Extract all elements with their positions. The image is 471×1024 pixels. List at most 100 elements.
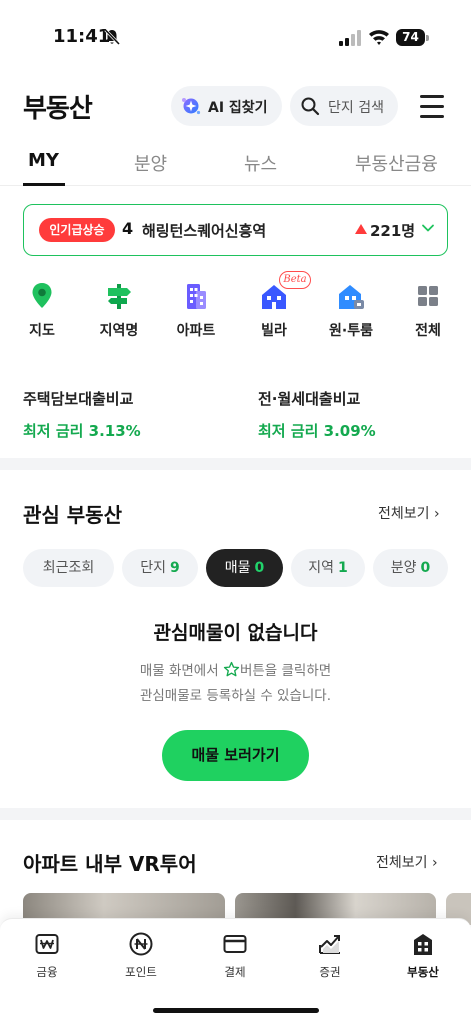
trending-badge: 인기급상승 [39,218,115,242]
empty-state-description: 관심매물로 등록하실 수 있습니다. [139,688,332,704]
nav-finance[interactable]: 금융 [17,931,77,985]
tab-news[interactable]: 뉴스 [244,150,277,176]
category-label: 지도 [29,323,55,339]
nav-label: 부동산 [407,965,439,979]
loan-rate: 최저 금리 3.13% [23,422,141,440]
cellular-signal-icon [339,30,361,46]
category-label: 전체 [415,323,441,339]
nav-label: 증권 [319,965,341,979]
main-tabs: MY 분양 뉴스 부동산금융 [0,148,471,186]
signpost-icon [108,284,131,309]
complex-search-input[interactable]: 단지 검색 [290,86,398,126]
category-label: 지역명 [99,323,139,339]
active-tab-indicator [23,183,65,186]
menu-icon [420,95,444,98]
category-label: 아파트 [176,323,216,339]
menu-button[interactable] [418,93,446,119]
loan-title: 전·월세대출비교 [258,390,361,408]
beta-badge: Beta [279,271,311,289]
one-room-icon [339,285,364,309]
chip-region[interactable]: 지역 1 [291,549,365,587]
browse-listings-button[interactable]: 매물 보러가기 [162,730,309,781]
chip-label: 최근조회 [42,560,95,576]
interest-section-title: 관심 부동산 [23,503,122,527]
chip-count: 0 [420,560,431,576]
trending-complex-banner[interactable]: 인기급상승 4 해링턴스퀘어신흥역 221명 [23,204,448,256]
category-all[interactable]: 전체 [396,281,460,345]
chevron-right-icon: › [431,855,438,871]
status-time: 11:41 [53,26,111,47]
battery-level: 74 [396,29,425,46]
nav-payment[interactable]: 결제 [205,931,265,985]
chevron-right-icon: › [433,506,440,522]
chip-recent-views[interactable]: 최근조회 [23,549,114,587]
building-icon [414,934,432,955]
grid-icon [418,286,438,306]
nav-real-estate[interactable]: 부동산 [393,931,453,985]
section-divider [0,458,471,470]
chip-count: 0 [254,560,265,576]
chevron-down-icon[interactable] [421,221,435,235]
trend-up-icon [355,224,367,234]
battery-icon: 74 [396,28,430,48]
category-apartment[interactable]: 아파트 [164,281,228,345]
won-card-icon [35,934,59,954]
search-icon [301,97,320,116]
category-one-two-room[interactable]: 원·투룸 [319,281,383,345]
category-villa[interactable]: 빌라 [242,281,306,345]
nav-label: 금융 [36,965,58,979]
loan-rate: 최저 금리 3.09% [258,422,376,440]
see-all-label: 전체보기 [376,855,428,871]
nav-securities[interactable]: 증권 [300,931,360,985]
chip-complex[interactable]: 단지 9 [122,549,198,587]
chip-label: 지역 [308,560,334,576]
nav-points[interactable]: 포인트 [111,931,171,985]
search-placeholder: 단지 검색 [328,100,384,116]
apartment-icon [187,284,206,309]
nav-label: 결제 [224,965,246,979]
star-icon [223,661,240,677]
ai-home-finder-label: AI 집찾기 [208,100,268,116]
trending-complex-name: 해링턴스퀘어신흥역 [142,222,267,240]
category-label: 원·투룸 [329,323,373,339]
category-map[interactable]: 지도 [10,281,74,345]
empty-state-title: 관심매물이 없습니다 [153,622,318,644]
category-region[interactable]: 지역명 [87,281,151,345]
chip-count: 9 [170,560,180,576]
chip-count: 1 [338,560,348,576]
page-title: 부동산 [23,94,93,124]
vr-see-all-link[interactable]: 전체보기 › [376,852,438,872]
home-indicator [153,1008,319,1013]
card-icon [223,935,247,953]
see-all-label: 전체보기 [378,506,430,522]
status-bar: 11:41 74 [0,0,471,75]
trending-rank: 4 [122,219,134,238]
section-divider [0,808,471,820]
jeonse-loan-compare[interactable]: 전·월세대출비교 최저 금리 3.09% [258,388,376,441]
ai-sparkle-icon [182,98,201,115]
trending-viewer-count: 221명 [370,222,416,240]
mortgage-loan-compare[interactable]: 주택담보대출비교 최저 금리 3.13% [23,388,141,441]
category-label: 빌라 [261,323,287,339]
map-pin-icon [32,283,52,308]
nav-label: 포인트 [125,965,157,979]
chip-label: 분양 [390,560,417,576]
chip-label: 단지 [140,560,166,576]
empty-state-description: 매물 화면에서 버튼을 클릭하면 [0,659,471,679]
vr-tour-section-title: 아파트 내부 VR투어 [23,852,197,876]
empty-desc-text: 매물 화면에서 [139,663,219,679]
wifi-icon [369,30,389,45]
point-coin-icon [129,932,153,956]
interest-see-all-link[interactable]: 전체보기 › [378,503,440,523]
chip-presale[interactable]: 분양 0 [373,549,448,587]
chip-label: 매물 [224,560,251,576]
tab-my[interactable]: MY [28,150,59,171]
ai-home-finder-button[interactable]: AI 집찾기 [171,86,282,126]
empty-desc-text: 버튼을 클릭하면 [239,663,332,679]
chip-listings[interactable]: 매물 0 [206,549,283,587]
tab-presale[interactable]: 분양 [134,150,167,176]
stock-chart-icon [319,935,340,954]
loan-title: 주택담보대출비교 [23,390,134,408]
bell-muted-icon [104,28,121,46]
tab-real-estate-finance[interactable]: 부동산금융 [355,150,438,176]
